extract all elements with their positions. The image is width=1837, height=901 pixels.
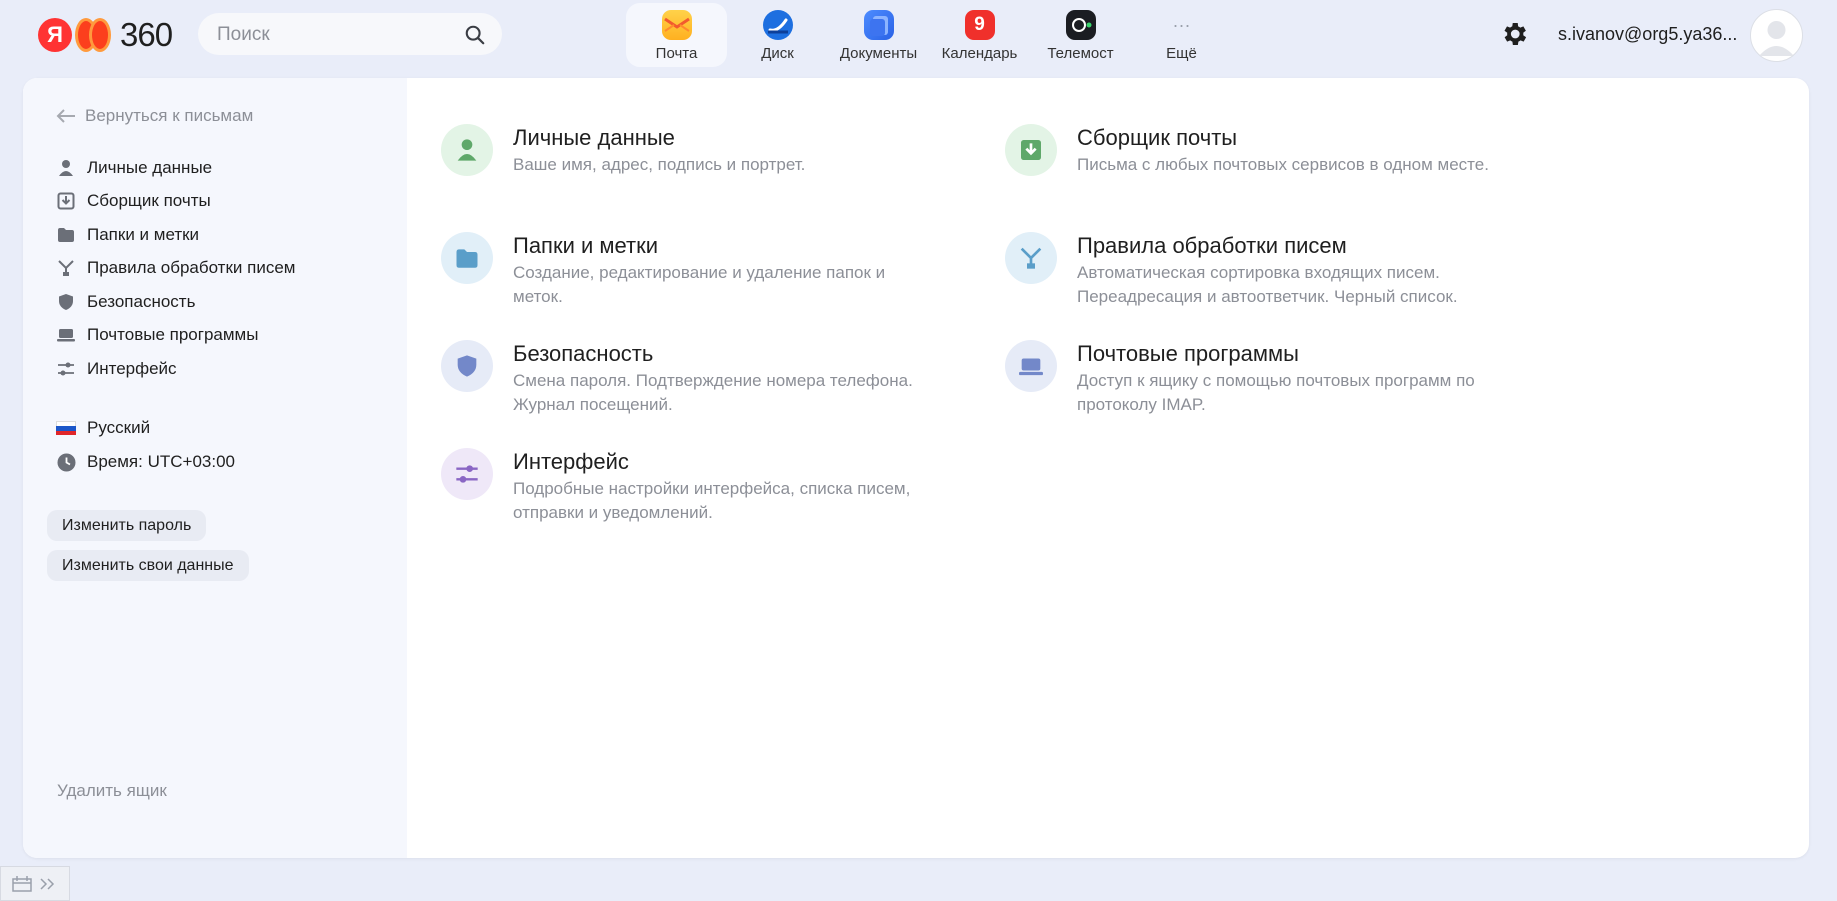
dev-toolbar[interactable] (0, 866, 70, 901)
app-telemost-label: Телемост (1047, 45, 1114, 62)
sliders-icon (441, 448, 493, 500)
tile-title: Почтовые программы (1077, 341, 1299, 366)
tile-description: Подробные настройки интерфейса, списка п… (513, 479, 911, 522)
timezone-label: Время: UTC+03:00 (87, 452, 235, 471)
disk-icon (762, 10, 793, 40)
sidebar-item-label: Папки и метки (87, 224, 200, 244)
documents-icon (863, 10, 894, 40)
sidebar-item-rules[interactable]: Правила обработки писем (56, 252, 295, 286)
shield-icon (441, 340, 493, 392)
tile-title: Сборщик почты (1077, 125, 1238, 150)
tile-security[interactable]: Безопасность Смена пароля. Подтверждение… (441, 340, 961, 417)
tile-interface[interactable]: Интерфейс Подробные настройки интерфейса… (441, 448, 961, 525)
sliders-icon (56, 359, 76, 379)
services-bar: Почта Диск Документы 9 Календарь Телемос… (626, 3, 1232, 67)
language-selector[interactable]: Русский (56, 411, 235, 445)
app-more[interactable]: ··· Ещё (1131, 3, 1232, 67)
tile-title: Личные данные (513, 125, 675, 150)
arrow-left-icon (56, 109, 75, 123)
calendar-badge: 9 (974, 14, 985, 35)
timezone-selector[interactable]: Время: UTC+03:00 (56, 445, 235, 479)
app-mail-label: Почта (655, 45, 698, 62)
sidebar-item-personal[interactable]: Личные данные (56, 151, 295, 185)
yandex-360-logo[interactable]: Я 360 (38, 16, 173, 54)
account-email[interactable]: s.ivanov@org5.ya36... (1558, 24, 1737, 45)
tile-collector[interactable]: Сборщик почты Письма с любых почтовых се… (1005, 124, 1525, 177)
app-mail[interactable]: Почта (626, 3, 727, 67)
sidebar-item-security[interactable]: Безопасность (56, 285, 295, 319)
change-data-button[interactable]: Изменить свои данные (47, 550, 249, 581)
settings-sidebar: Вернуться к письмам Личные данные Сборщи… (23, 78, 407, 858)
search-box (198, 13, 502, 57)
person-icon (441, 124, 493, 176)
calendar-icon: 9 (964, 10, 995, 40)
shield-icon (56, 292, 76, 312)
russia-flag-icon (56, 421, 76, 435)
language-label: Русский (87, 418, 151, 437)
logo-ya-letter: Я (38, 18, 72, 52)
clock-icon (56, 453, 76, 472)
tile-personal[interactable]: Личные данные Ваше имя, адрес, подпись и… (441, 124, 961, 177)
tile-description: Создание, редактирование и удаление папо… (513, 263, 886, 306)
settings-card: Вернуться к письмам Личные данные Сборщи… (23, 78, 1809, 858)
tile-title: Безопасность (513, 341, 654, 366)
double-chevron-right-icon (40, 877, 55, 890)
laptop-icon (56, 325, 76, 345)
sidebar-item-label: Безопасность (87, 291, 196, 311)
delete-mailbox-link[interactable]: Удалить ящик (57, 781, 167, 801)
search-icon[interactable] (464, 24, 486, 46)
sidebar-item-mail-programs[interactable]: Почтовые программы (56, 319, 295, 353)
tile-mail-programs[interactable]: Почтовые программы Доступ к ящику с помо… (1005, 340, 1525, 417)
gear-icon[interactable] (1499, 19, 1529, 49)
sidebar-item-interface[interactable]: Интерфейс (56, 352, 295, 386)
app-calendar-label: Календарь (941, 45, 1018, 62)
locale-settings: Русский Время: UTC+03:00 (56, 411, 235, 479)
settings-nav: Личные данные Сборщик почты Папки и метк… (56, 151, 295, 386)
back-label: Вернуться к письмам (85, 106, 254, 125)
laptop-icon (1005, 340, 1057, 392)
app-calendar[interactable]: 9 Календарь (929, 3, 1030, 67)
logo-rings-icon (75, 18, 113, 52)
avatar[interactable] (1750, 9, 1803, 62)
tile-rules[interactable]: Правила обработки писем Автоматическая с… (1005, 232, 1525, 309)
tile-folders[interactable]: Папки и метки Создание, редактирование и… (441, 232, 961, 309)
sidebar-item-label: Правила обработки писем (87, 258, 296, 278)
back-to-mail-link[interactable]: Вернуться к письмам (56, 106, 253, 126)
app-more-label: Ещё (1166, 45, 1197, 62)
folder-icon (56, 225, 76, 245)
sidebar-item-collector[interactable]: Сборщик почты (56, 185, 295, 219)
calendar-frame-icon (12, 875, 32, 892)
app-telemost[interactable]: Телемост (1030, 3, 1131, 67)
collector-icon (1005, 124, 1057, 176)
tile-description: Смена пароля. Подтверждение номера телеф… (513, 371, 913, 414)
tile-description: Доступ к ящику с помощью почтовых програ… (1077, 371, 1475, 414)
user-avatar-icon (1759, 21, 1794, 56)
app-documents[interactable]: Документы (828, 3, 929, 67)
sidebar-item-label: Личные данные (87, 157, 213, 177)
rules-icon (56, 258, 76, 278)
change-password-button[interactable]: Изменить пароль (47, 510, 207, 541)
person-icon (56, 158, 76, 178)
app-disk[interactable]: Диск (727, 3, 828, 67)
more-icon: ··· (1172, 14, 1191, 35)
sidebar-item-label: Почтовые программы (87, 325, 259, 345)
tile-description: Письма с любых почтовых сервисов в одном… (1077, 155, 1489, 174)
logo-number: 360 (120, 16, 173, 53)
tile-title: Правила обработки писем (1077, 233, 1347, 258)
folder-icon (441, 232, 493, 284)
tile-description: Ваше имя, адрес, подпись и портрет. (513, 155, 806, 174)
rules-icon (1005, 232, 1057, 284)
collector-icon (56, 191, 76, 211)
sidebar-item-folders[interactable]: Папки и метки (56, 218, 295, 252)
telemost-icon (1065, 10, 1096, 40)
app-documents-label: Документы (839, 45, 918, 62)
tile-title: Папки и метки (513, 233, 659, 258)
sidebar-item-label: Сборщик почты (87, 191, 211, 211)
app-disk-label: Диск (761, 45, 794, 62)
tile-description: Автоматическая сортировка входящих писем… (1077, 263, 1458, 306)
sidebar-item-label: Интерфейс (87, 358, 177, 378)
mail-icon (661, 10, 692, 40)
search-input[interactable] (215, 13, 459, 57)
tile-title: Интерфейс (513, 449, 629, 474)
